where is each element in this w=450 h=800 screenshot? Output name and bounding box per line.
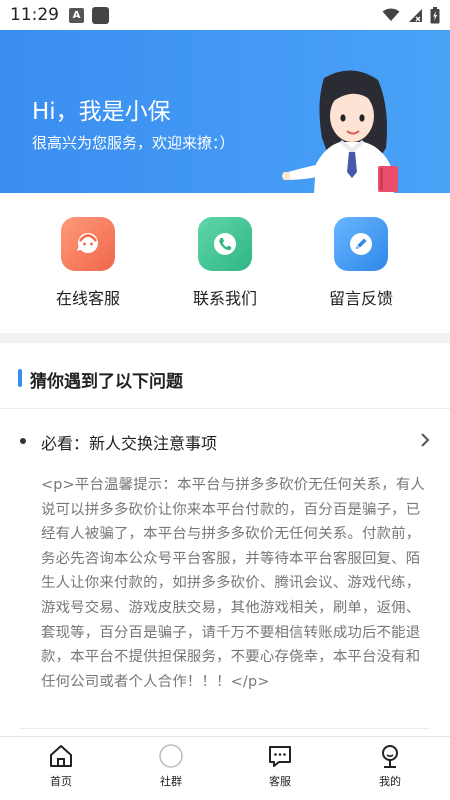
feedback-label: 留言反馈 (328, 289, 393, 308)
nav-item-service[interactable]: 客服 (245, 743, 315, 789)
nav-label-home: 首页 (50, 775, 72, 788)
chevron-right-icon (421, 433, 430, 447)
hero-banner: Hi，我是小保 很高兴为您服务，欢迎来撩：） (0, 30, 450, 193)
hero-title: Hi，我是小保 (32, 99, 171, 125)
notification-a-icon: A (69, 7, 84, 23)
signal-icon (409, 8, 422, 22)
hero-subtitle: 很高兴为您服务，欢迎来撩：） (32, 134, 235, 152)
home-icon (50, 745, 72, 767)
community-icon (159, 744, 183, 768)
content-divider (20, 728, 430, 729)
nav-label-community: 社群 (160, 775, 182, 788)
status-time: 11:29 (10, 5, 59, 25)
faq-section-header: 猜你遇到了以下问题 (0, 343, 450, 409)
nav-item-community[interactable]: 社群 (136, 743, 206, 789)
section-title: 猜你遇到了以下问题 (30, 372, 183, 392)
faq-item-body: <p>平台温馨提示：本平台与拼多多砍价无任何关系，有人说可以拼多多砍价让你来本平… (41, 477, 426, 690)
status-indicators (382, 6, 440, 24)
bottom-navigation: 首页 社群 客服 我的 (0, 736, 450, 800)
pencil-icon (334, 217, 388, 271)
profile-icon (382, 745, 398, 768)
quick-actions: 在线客服 联系我们 留言反馈 (0, 193, 450, 333)
contact-us-label: 联系我们 (192, 289, 257, 308)
online-service-label: 在线客服 (55, 289, 120, 308)
nav-label-profile: 我的 (379, 775, 401, 788)
contact-us-button[interactable]: 联系我们 (170, 217, 280, 309)
assistant-girl-illustration (282, 70, 398, 193)
status-bar: 11:29 A (0, 0, 450, 30)
phone-icon (198, 217, 252, 271)
chat-agent-icon (61, 217, 115, 271)
faq-item-title: 必看：新人交换注意事项 (41, 434, 218, 453)
bullet-dot-icon (20, 438, 26, 444)
notification-square-icon (92, 6, 109, 24)
section-separator (0, 333, 450, 343)
faq-item[interactable]: 必看：新人交换注意事项 (0, 421, 450, 461)
feedback-button[interactable]: 留言反馈 (306, 217, 416, 309)
nav-label-service: 客服 (269, 775, 291, 788)
wifi-icon (382, 8, 400, 21)
customer-service-icon (269, 746, 291, 767)
online-service-button[interactable]: 在线客服 (33, 217, 143, 309)
section-accent-bar (18, 369, 22, 387)
battery-icon (430, 6, 440, 23)
nav-item-profile[interactable]: 我的 (355, 743, 425, 789)
nav-item-home[interactable]: 首页 (26, 743, 96, 789)
